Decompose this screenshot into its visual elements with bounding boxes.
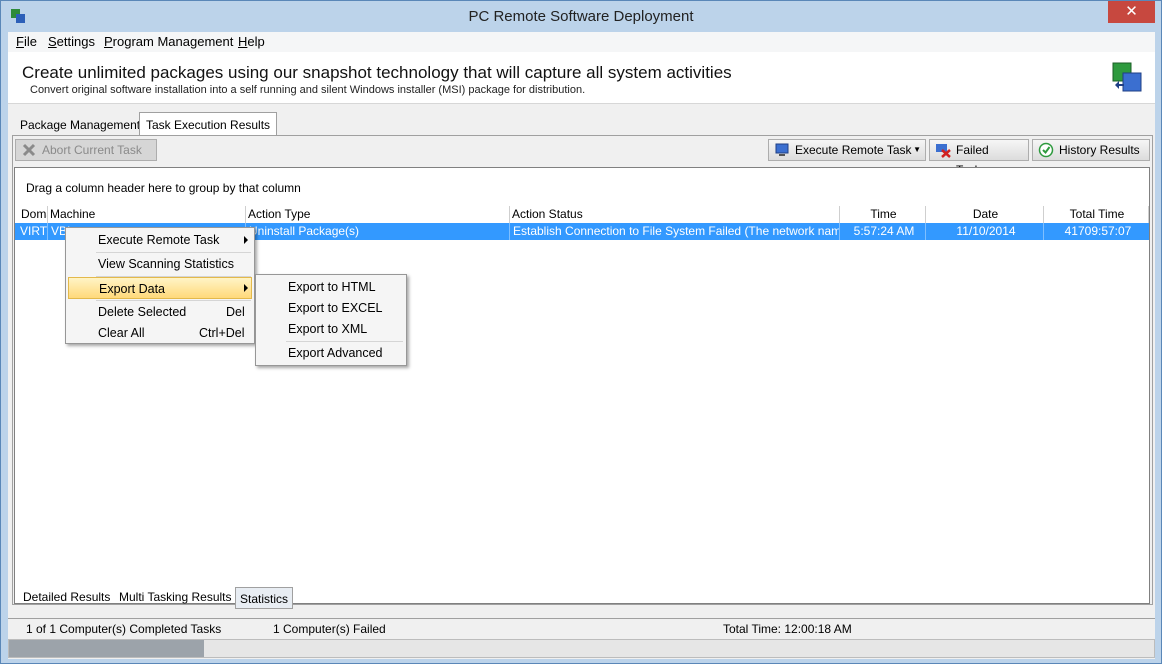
progress-fill: [9, 640, 204, 657]
submenu-arrow-icon: [244, 284, 248, 292]
banner-title: Create unlimited packages using our snap…: [22, 63, 732, 82]
column-domain[interactable]: Domain: [19, 206, 48, 223]
menu-settings[interactable]: Settings: [48, 34, 95, 49]
cell-time: 5:57:24 AM: [840, 223, 926, 240]
failed-tasks-button[interactable]: Failed Tasks: [929, 139, 1029, 177]
tab-multi-tasking-results[interactable]: Multi Tasking Results: [119, 590, 232, 604]
menu-program-management[interactable]: Program Management: [104, 34, 233, 49]
column-time[interactable]: Time: [840, 206, 926, 223]
bottom-tabs: Detailed Results Multi Tasking Results S…: [12, 587, 1153, 611]
shortcut-clear-all: Ctrl+Del: [199, 326, 245, 340]
menu-item-export-xml[interactable]: Export to XML: [258, 318, 404, 340]
results-panel: Abort Current Task Execute Remote Task ▼…: [12, 135, 1153, 605]
title-bar[interactable]: PC Remote Software Deployment ✕: [1, 1, 1161, 32]
menu-item-export-advanced[interactable]: Export Advanced: [258, 342, 404, 364]
abort-task-button[interactable]: Abort Current Task: [15, 139, 157, 161]
history-check-icon: [1038, 142, 1054, 158]
progress-bar: [8, 639, 1155, 658]
dropdown-arrow-icon[interactable]: ▼: [913, 140, 921, 160]
menu-help[interactable]: Help: [238, 34, 265, 49]
execute-remote-task-button[interactable]: Execute Remote Task ▼: [768, 139, 926, 161]
column-machine[interactable]: Machine: [48, 206, 246, 223]
tab-statistics[interactable]: Statistics: [235, 587, 294, 609]
menu-item-delete-selected[interactable]: Delete Selected: [68, 301, 252, 323]
menu-item-view-scanning-statistics[interactable]: View Scanning Statistics: [68, 253, 252, 275]
cell-domain: VIRT: [17, 223, 48, 240]
submenu-arrow-icon: [244, 236, 248, 244]
menu-bar: File Settings Program Management Help: [8, 32, 1155, 52]
cell-action-status: Establish Connection to File System Fail…: [510, 223, 840, 240]
cell-date: 11/10/2014: [926, 223, 1044, 240]
abort-icon: [22, 143, 36, 157]
menu-item-export-data[interactable]: Export Data: [68, 277, 252, 299]
status-bar: 1 of 1 Computer(s) Completed Tasks 1 Com…: [8, 618, 1155, 638]
column-action-type[interactable]: Action Type: [246, 206, 510, 223]
menu-item-export-html[interactable]: Export to HTML: [258, 276, 404, 298]
tab-task-execution-results[interactable]: Task Execution Results: [139, 112, 278, 136]
shortcut-delete: Del: [226, 305, 245, 319]
menu-item-export-excel[interactable]: Export to EXCEL: [258, 297, 404, 319]
client-area: File Settings Program Management Help Cr…: [8, 32, 1155, 659]
menu-file[interactable]: File: [16, 34, 37, 49]
status-failed: 1 Computer(s) Failed: [273, 622, 386, 636]
deployment-icon: [1112, 62, 1142, 92]
column-total-time[interactable]: Total Time: [1044, 206, 1149, 223]
export-submenu: Export to HTML Export to EXCEL Export to…: [255, 274, 407, 366]
window-title: PC Remote Software Deployment: [468, 8, 694, 25]
banner: Create unlimited packages using our snap…: [8, 52, 1155, 104]
computer-icon: [775, 143, 789, 156]
context-menu: Execute Remote Task View Scanning Statis…: [65, 227, 255, 344]
menu-item-execute-remote-task[interactable]: Execute Remote Task: [68, 229, 252, 251]
cell-total-time: 41709:57:07: [1064, 224, 1132, 238]
cell-action-type: Uninstall Package(s): [246, 223, 510, 240]
tab-package-management[interactable]: Package Management: [14, 115, 146, 136]
tab-detailed-results[interactable]: Detailed Results: [23, 590, 110, 604]
banner-subtitle: Convert original software installation i…: [30, 84, 586, 96]
column-action-status[interactable]: Action Status: [510, 206, 840, 223]
status-completed: 1 of 1 Computer(s) Completed Tasks: [26, 622, 222, 636]
history-results-button[interactable]: History Results: [1032, 139, 1150, 161]
app-window: PC Remote Software Deployment ✕ File Set…: [0, 0, 1162, 664]
group-by-hint: Drag a column header here to group by th…: [26, 181, 301, 195]
close-button[interactable]: ✕: [1108, 1, 1155, 23]
failed-icon: [936, 144, 951, 158]
top-tabs: Package Management Task Execution Result…: [8, 112, 1155, 136]
status-total-time: Total Time: 12:00:18 AM: [723, 622, 852, 636]
column-date[interactable]: Date: [926, 206, 1044, 223]
